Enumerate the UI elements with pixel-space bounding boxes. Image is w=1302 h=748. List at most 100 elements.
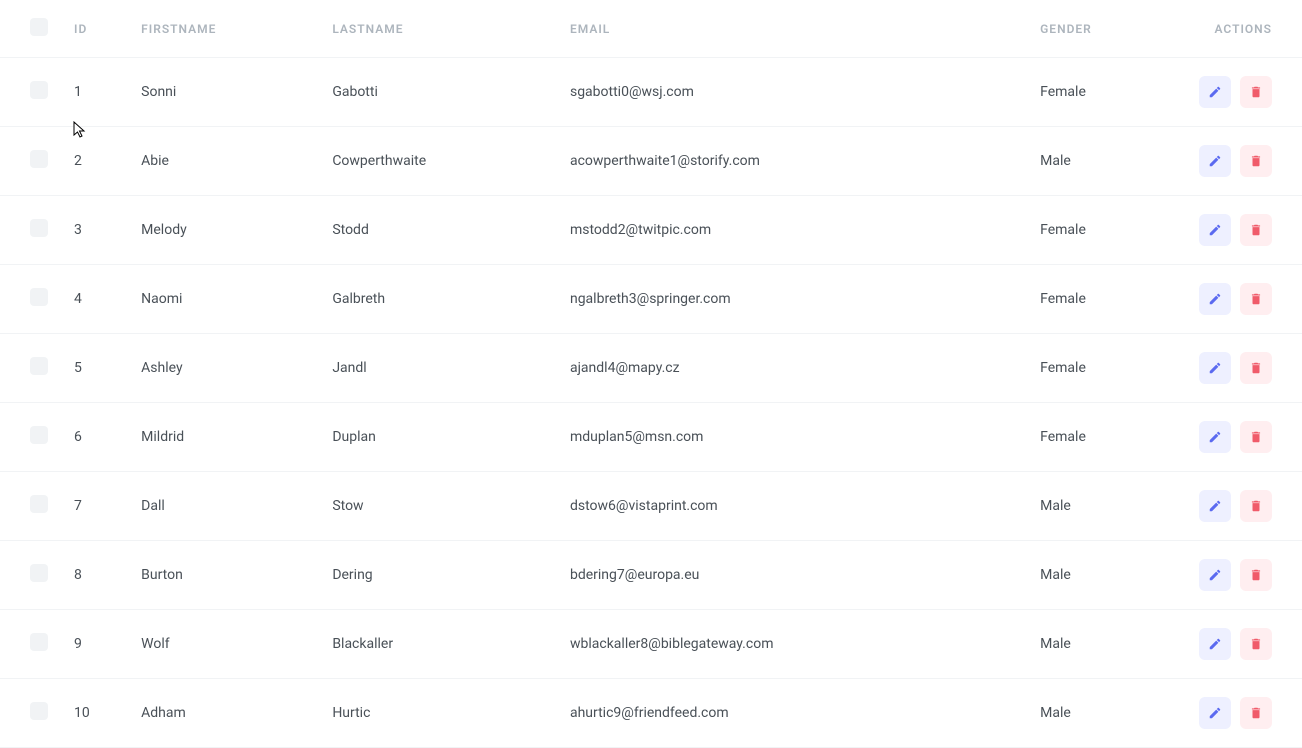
edit-icon	[1208, 430, 1222, 444]
cell-actions	[1178, 127, 1302, 196]
row-checkbox[interactable]	[30, 495, 48, 513]
row-checkbox[interactable]	[30, 357, 48, 375]
trash-icon	[1249, 706, 1263, 720]
cell-actions	[1178, 472, 1302, 541]
row-checkbox-cell	[0, 196, 62, 265]
table-row: 7 Dall Stow dstow6@vistaprint.com Male	[0, 472, 1302, 541]
cell-firstname: Dall	[129, 472, 320, 541]
trash-icon	[1249, 292, 1263, 306]
edit-button[interactable]	[1199, 628, 1231, 660]
cell-actions	[1178, 334, 1302, 403]
edit-button[interactable]	[1199, 352, 1231, 384]
row-checkbox[interactable]	[30, 633, 48, 651]
edit-button[interactable]	[1199, 145, 1231, 177]
delete-button[interactable]	[1240, 490, 1272, 522]
row-checkbox[interactable]	[30, 150, 48, 168]
delete-button[interactable]	[1240, 559, 1272, 591]
row-checkbox[interactable]	[30, 81, 48, 99]
row-checkbox[interactable]	[30, 702, 48, 720]
cell-lastname: Gabotti	[320, 58, 558, 127]
cell-email: bdering7@europa.eu	[558, 541, 1028, 610]
cell-email: ahurtic9@friendfeed.com	[558, 679, 1028, 748]
delete-button[interactable]	[1240, 352, 1272, 384]
cell-id: 6	[62, 403, 129, 472]
row-checkbox[interactable]	[30, 564, 48, 582]
table-header-row: ID FIRSTNAME LASTNAME EMAIL GENDER ACTIO…	[0, 0, 1302, 58]
cell-firstname: Abie	[129, 127, 320, 196]
edit-button[interactable]	[1199, 214, 1231, 246]
edit-icon	[1208, 292, 1222, 306]
cell-email: ngalbreth3@springer.com	[558, 265, 1028, 334]
cell-lastname: Duplan	[320, 403, 558, 472]
edit-button[interactable]	[1199, 490, 1231, 522]
table-row: 10 Adham Hurtic ahurtic9@friendfeed.com …	[0, 679, 1302, 748]
edit-icon	[1208, 154, 1222, 168]
trash-icon	[1249, 85, 1263, 99]
cell-email: dstow6@vistaprint.com	[558, 472, 1028, 541]
cell-lastname: Stodd	[320, 196, 558, 265]
edit-button[interactable]	[1199, 283, 1231, 315]
table-row: 9 Wolf Blackaller wblackaller8@biblegate…	[0, 610, 1302, 679]
row-checkbox-cell	[0, 334, 62, 403]
delete-button[interactable]	[1240, 214, 1272, 246]
cell-lastname: Dering	[320, 541, 558, 610]
row-checkbox[interactable]	[30, 426, 48, 444]
delete-button[interactable]	[1240, 628, 1272, 660]
cell-firstname: Melody	[129, 196, 320, 265]
table-row: 5 Ashley Jandl ajandl4@mapy.cz Female	[0, 334, 1302, 403]
header-gender[interactable]: GENDER	[1028, 0, 1178, 58]
header-lastname[interactable]: LASTNAME	[320, 0, 558, 58]
edit-icon	[1208, 223, 1222, 237]
cell-lastname: Cowperthwaite	[320, 127, 558, 196]
cell-firstname: Mildrid	[129, 403, 320, 472]
table-row: 2 Abie Cowperthwaite acowperthwaite1@sto…	[0, 127, 1302, 196]
table-row: 6 Mildrid Duplan mduplan5@msn.com Female	[0, 403, 1302, 472]
cell-email: wblackaller8@biblegateway.com	[558, 610, 1028, 679]
edit-icon	[1208, 568, 1222, 582]
delete-button[interactable]	[1240, 697, 1272, 729]
delete-button[interactable]	[1240, 145, 1272, 177]
cell-firstname: Wolf	[129, 610, 320, 679]
row-checkbox-cell	[0, 58, 62, 127]
row-checkbox-cell	[0, 127, 62, 196]
header-email[interactable]: EMAIL	[558, 0, 1028, 58]
edit-icon	[1208, 499, 1222, 513]
delete-button[interactable]	[1240, 283, 1272, 315]
cell-id: 9	[62, 610, 129, 679]
cell-gender: Female	[1028, 265, 1178, 334]
cell-actions	[1178, 403, 1302, 472]
cell-gender: Male	[1028, 472, 1178, 541]
delete-button[interactable]	[1240, 76, 1272, 108]
row-checkbox-cell	[0, 610, 62, 679]
trash-icon	[1249, 637, 1263, 651]
cell-id: 7	[62, 472, 129, 541]
edit-button[interactable]	[1199, 559, 1231, 591]
header-firstname[interactable]: FIRSTNAME	[129, 0, 320, 58]
cell-id: 10	[62, 679, 129, 748]
delete-button[interactable]	[1240, 421, 1272, 453]
edit-button[interactable]	[1199, 76, 1231, 108]
cell-lastname: Stow	[320, 472, 558, 541]
table-row: 8 Burton Dering bdering7@europa.eu Male	[0, 541, 1302, 610]
table-row: 1 Sonni Gabotti sgabotti0@wsj.com Female	[0, 58, 1302, 127]
row-checkbox-cell	[0, 265, 62, 334]
edit-icon	[1208, 706, 1222, 720]
select-all-checkbox[interactable]	[30, 18, 48, 36]
cell-email: mstodd2@twitpic.com	[558, 196, 1028, 265]
cell-firstname: Ashley	[129, 334, 320, 403]
cell-lastname: Hurtic	[320, 679, 558, 748]
header-id[interactable]: ID	[62, 0, 129, 58]
row-checkbox[interactable]	[30, 288, 48, 306]
header-actions: ACTIONS	[1178, 0, 1302, 58]
cell-actions	[1178, 58, 1302, 127]
row-checkbox[interactable]	[30, 219, 48, 237]
cell-actions	[1178, 196, 1302, 265]
trash-icon	[1249, 361, 1263, 375]
cell-firstname: Burton	[129, 541, 320, 610]
edit-button[interactable]	[1199, 697, 1231, 729]
row-checkbox-cell	[0, 403, 62, 472]
edit-button[interactable]	[1199, 421, 1231, 453]
row-checkbox-cell	[0, 541, 62, 610]
cell-actions	[1178, 679, 1302, 748]
cell-email: sgabotti0@wsj.com	[558, 58, 1028, 127]
